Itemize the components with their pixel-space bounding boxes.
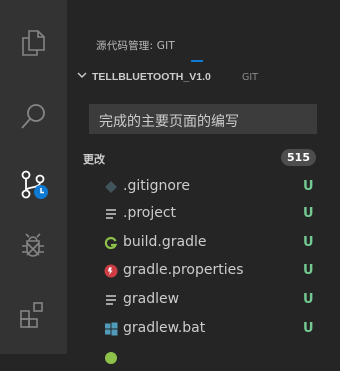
file-row[interactable]: gradlew.bat U [67, 316, 340, 342]
file-name: .gitignore [123, 178, 190, 194]
file-status: U [303, 292, 314, 307]
activity-bar [0, 0, 67, 354]
changes-count-badge: 515 [281, 149, 316, 166]
file-row-partial[interactable] [67, 345, 340, 371]
file-status: U [303, 321, 314, 336]
changes-label: 更改 [83, 153, 105, 166]
source-control-icon[interactable] [16, 167, 50, 201]
source-control-panel: 源代码管理: GIT TELLBLUETOOTH_V1.0 GIT 完成的主要页… [67, 0, 340, 364]
file-row[interactable]: .project U [67, 201, 340, 227]
gradle-icon [103, 235, 119, 251]
explorer-icon[interactable] [16, 26, 50, 60]
repo-name: TELLBLUETOOTH_V1.0 [92, 71, 211, 83]
extensions-icon[interactable] [16, 297, 50, 331]
changes-header[interactable]: 更改 515 [67, 147, 340, 169]
repo-provider: GIT [242, 72, 258, 83]
lines-icon [103, 292, 119, 308]
windows-icon [103, 321, 119, 337]
gitignore-icon [103, 179, 119, 195]
file-row[interactable]: .gitignore U [67, 174, 340, 200]
commit-message-input[interactable]: 完成的主要页面的编写 [89, 104, 317, 134]
chevron-down-icon [77, 72, 87, 78]
repo-header[interactable]: TELLBLUETOOTH_V1.0 GIT [67, 64, 340, 89]
properties-icon [103, 263, 119, 279]
file-name: .project [123, 205, 177, 221]
file-row[interactable]: gradle.properties U [67, 258, 340, 284]
title-underline [191, 60, 203, 62]
file-status: U [303, 206, 314, 221]
file-name: gradlew.bat [123, 320, 206, 336]
file-name: build.gradle [123, 234, 207, 250]
commit-message-text: 完成的主要页面的编写 [99, 114, 239, 130]
lines-icon [103, 206, 119, 222]
file-status: U [303, 235, 314, 250]
search-icon[interactable] [16, 100, 50, 134]
file-row[interactable]: build.gradle U [67, 230, 340, 256]
debug-icon[interactable] [16, 228, 50, 262]
file-name: gradlew [123, 291, 180, 307]
file-status: U [303, 179, 314, 194]
partial-file-icon [103, 350, 119, 366]
file-name: gradle.properties [123, 262, 244, 278]
panel-title: 源代码管理: GIT [96, 40, 176, 52]
file-row[interactable]: gradlew U [67, 287, 340, 313]
file-status: U [303, 263, 314, 278]
